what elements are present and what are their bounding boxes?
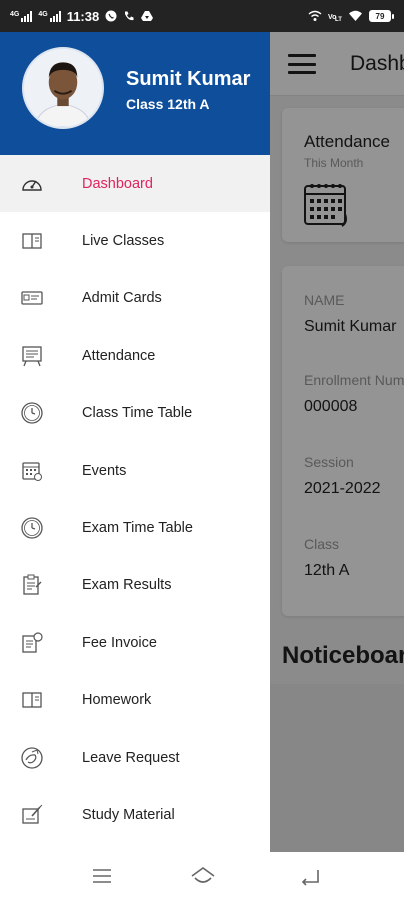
menu-item-label: Admit Cards [82, 290, 162, 307]
menu-item-label: Fee Invoice [82, 634, 157, 651]
attendance-card-title: Attendance [304, 132, 391, 151]
id-card-icon [21, 291, 43, 306]
gauge-icon [22, 179, 42, 191]
menu-item-label: Homework [82, 692, 152, 709]
session-value: 2021-2022 [304, 480, 381, 497]
menu-item-leave-request[interactable]: Leave Request [0, 729, 270, 786]
noticeboard-title: Noticeboard [282, 642, 404, 669]
user-class: Class 12th A [126, 96, 210, 112]
menu-item-label: Study Material [82, 806, 175, 823]
attendance-board-icon [22, 346, 42, 367]
class-label: Class [304, 536, 340, 552]
profile-card: NAME Sumit Kumar Enrollment Number 00000… [282, 266, 404, 616]
cell-signal-icon: 4G [10, 10, 33, 22]
calendar-icon [304, 184, 347, 227]
menu-item-label: Class Time Table [82, 405, 193, 422]
whatsapp-icon [105, 10, 117, 22]
battery-icon: 79 [369, 10, 394, 22]
menu-item-label: Dashboard [82, 175, 153, 192]
call-icon [125, 11, 134, 21]
enrollment-label: Enrollment Number [304, 372, 404, 388]
menu-item-homework[interactable]: Homework [0, 672, 270, 729]
clock-time: 11:38 [66, 8, 100, 24]
menu-icon[interactable] [90, 864, 114, 888]
user-name: Sumit Kumar [126, 68, 251, 90]
menu-item-label: Attendance [82, 347, 156, 364]
attendance-card-subtitle: This Month [304, 156, 364, 170]
menu-item-label: Leave Request [82, 749, 180, 766]
status-bar: 4G 4G 11:38 VoLTE 79 [0, 0, 404, 32]
home-icon[interactable] [190, 864, 216, 888]
menu-item-label: Exam Time Table [82, 520, 193, 537]
volte-icon: VoLTE [328, 14, 342, 22]
study-material-icon [22, 804, 43, 824]
session-label: Session [304, 454, 354, 470]
vowifi-icon [308, 10, 322, 21]
menu-item-label: Events [82, 462, 127, 479]
menu-item-live-classes[interactable]: Live Classes [0, 212, 270, 269]
avatar [22, 47, 104, 129]
class-value: 12th A [304, 562, 350, 579]
wifi-icon [349, 10, 362, 21]
calendar-icon [22, 461, 42, 481]
page-title: Dashboard [350, 52, 404, 75]
attendance-card[interactable]: Attendance This Month [282, 108, 404, 242]
menu-item-attendance[interactable]: Attendance [0, 327, 270, 384]
svg-text:LTE: LTE [335, 17, 342, 22]
leave-icon [21, 746, 43, 769]
menu-item-exam-results[interactable]: Exam Results [0, 557, 270, 614]
clock-icon [21, 517, 43, 539]
menu-item-class-time-table[interactable]: Class Time Table [0, 385, 270, 442]
system-navigation-bar [0, 852, 404, 900]
noticeboard-content [270, 684, 404, 854]
menu-item-admit-cards[interactable]: Admit Cards [0, 270, 270, 327]
clock-icon [21, 402, 43, 424]
menu-item-study-material[interactable]: Study Material [0, 786, 270, 843]
menu-item-dashboard[interactable]: Dashboard [0, 155, 270, 213]
book-icon [22, 233, 42, 249]
enrollment-value: 000008 [304, 398, 358, 415]
back-icon[interactable] [298, 864, 322, 888]
drawer-menu: Dashboard Live Classes Admit Cards Atten… [0, 155, 270, 844]
menu-item-label: Exam Results [82, 577, 172, 594]
navigation-drawer: Sumit Kumar Class 12th A Dashboard Live … [0, 32, 270, 852]
hamburger-menu-icon[interactable] [288, 54, 316, 74]
clipboard-icon [23, 574, 42, 596]
invoice-icon [22, 632, 43, 653]
menu-item-exam-time-table[interactable]: Exam Time Table [0, 499, 270, 556]
menu-item-label: Live Classes [82, 233, 165, 250]
drawer-header: Sumit Kumar Class 12th A [0, 32, 270, 155]
menu-item-fee-invoice[interactable]: Fee Invoice [0, 614, 270, 671]
cell-signal-icon: 4G [38, 10, 61, 22]
drive-icon [141, 11, 154, 21]
name-value: Sumit Kumar [304, 318, 397, 335]
menu-item-events[interactable]: Events [0, 442, 270, 499]
name-label: NAME [304, 292, 345, 308]
book-icon [22, 692, 42, 708]
